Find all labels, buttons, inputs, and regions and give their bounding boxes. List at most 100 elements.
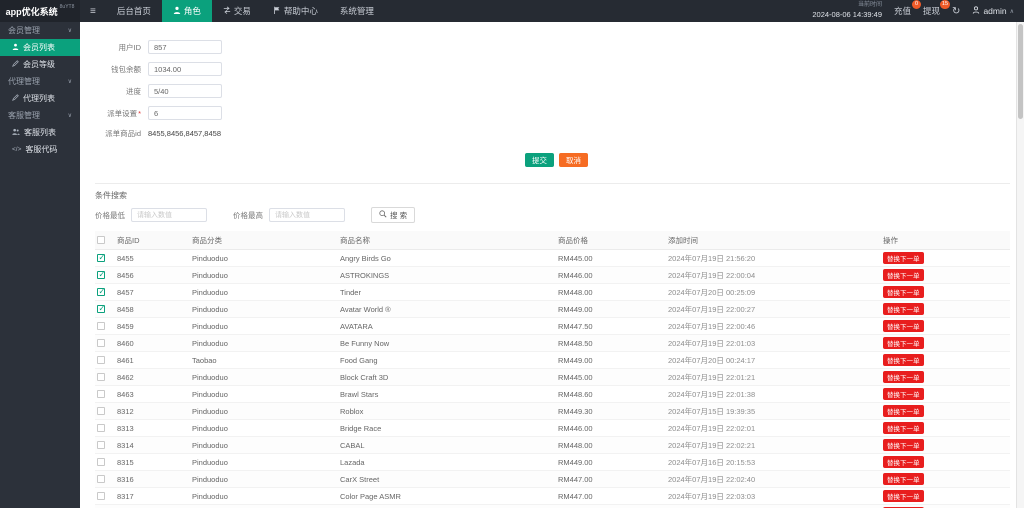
- cell-add-time: 2024年07月19日 22:01:21: [668, 372, 756, 382]
- replace-next-order-button[interactable]: 替换下一单: [883, 490, 924, 502]
- price-max-input[interactable]: [269, 208, 345, 222]
- person-icon: [173, 6, 181, 16]
- withdraw-link[interactable]: 提现 15: [923, 0, 951, 17]
- top-navbar: app优化系统 8uYT8 ≡ 后台首页 角色 交易 帮助中心 系统管理 当前时…: [0, 0, 1024, 22]
- cell-goods-name: ASTROKINGS: [340, 270, 390, 280]
- cell-goods-price: RM449.00: [558, 304, 593, 314]
- row-checkbox[interactable]: [97, 441, 105, 449]
- code-icon: </>: [12, 146, 22, 153]
- row-checkbox[interactable]: [97, 356, 105, 364]
- replace-next-order-button[interactable]: 替换下一单: [883, 456, 924, 468]
- cell-goods-id: 8462: [117, 372, 134, 382]
- app-logo: app优化系统 8uYT8: [0, 0, 80, 22]
- chevron-down-icon: ∨: [67, 28, 72, 34]
- sidebar-toggle-icon[interactable]: ≡: [80, 0, 106, 22]
- replace-next-order-button[interactable]: 替换下一单: [883, 439, 924, 451]
- recharge-badge: 0: [912, 0, 922, 9]
- col-header-name: 商品名称: [340, 235, 370, 245]
- cell-goods-price: RM448.60: [558, 389, 593, 399]
- user-id-label: 用户ID: [118, 42, 142, 52]
- replace-next-order-button[interactable]: 替换下一单: [883, 422, 924, 434]
- row-checkbox[interactable]: [97, 390, 105, 398]
- cell-goods-name: CarX Street: [340, 474, 380, 484]
- row-checkbox[interactable]: [97, 475, 105, 483]
- cancel-button[interactable]: 取消: [559, 153, 588, 167]
- user-menu[interactable]: admin ∧: [972, 6, 1014, 16]
- table-body: 8455 Pinduoduo Angry Birds Go RM445.00 2024年…: [95, 250, 1010, 508]
- replace-next-order-button[interactable]: 替换下一单: [883, 320, 924, 332]
- cell-goods-id: 8455: [117, 253, 134, 263]
- pen-icon: [12, 94, 19, 103]
- dispatch-setting-input[interactable]: [148, 106, 222, 120]
- replace-next-order-button[interactable]: 替换下一单: [883, 303, 924, 315]
- sidebar-group-agent[interactable]: 代理管理 ∨: [0, 73, 80, 90]
- search-section: 条件搜索 价格最低 价格最高 搜 索: [95, 183, 1010, 223]
- sidebar-group-service[interactable]: 客服管理 ∨: [0, 107, 80, 124]
- cell-goods-name: Tinder: [340, 287, 361, 297]
- replace-next-order-button[interactable]: 替换下一单: [883, 337, 924, 349]
- replace-next-order-button[interactable]: 替换下一单: [883, 371, 924, 383]
- row-checkbox[interactable]: [97, 270, 105, 279]
- cell-goods-id: 8315: [117, 457, 134, 467]
- app-logo-text: app优化系统: [5, 6, 58, 17]
- nav-item-dashboard[interactable]: 后台首页: [106, 0, 162, 22]
- replace-next-order-button[interactable]: 替换下一单: [883, 473, 924, 485]
- vertical-scrollbar[interactable]: [1016, 22, 1024, 508]
- recharge-link[interactable]: 充值 0: [894, 0, 922, 17]
- nav-item-help-center[interactable]: 帮助中心: [262, 0, 329, 22]
- replace-next-order-button[interactable]: 替换下一单: [883, 354, 924, 366]
- sidebar-item-service-code[interactable]: </> 客服代码: [0, 141, 80, 158]
- exchange-icon: [223, 6, 231, 16]
- row-checkbox[interactable]: [97, 253, 105, 262]
- row-checkbox[interactable]: [97, 424, 105, 432]
- sidebar-group-member[interactable]: 会员管理 ∨: [0, 22, 80, 39]
- search-button[interactable]: 搜 索: [371, 207, 416, 223]
- cell-goods-id: 8312: [117, 406, 134, 416]
- cell-goods-id: 8460: [117, 338, 134, 348]
- cell-goods-name: Block Craft 3D: [340, 372, 389, 382]
- cell-goods-name: Be Funny Now: [340, 338, 390, 348]
- select-all-checkbox[interactable]: [97, 236, 105, 244]
- app-logo-subtext: 8uYT8: [59, 4, 75, 10]
- sidebar-item-service-list[interactable]: 客服列表: [0, 124, 80, 141]
- row-checkbox[interactable]: [97, 339, 105, 347]
- wallet-balance-input[interactable]: [148, 62, 222, 76]
- row-checkbox[interactable]: [97, 458, 105, 466]
- price-min-input[interactable]: [131, 208, 207, 222]
- submit-button[interactable]: 提交: [525, 153, 554, 167]
- people-icon: [12, 128, 20, 137]
- refresh-icon[interactable]: ↻: [952, 6, 960, 17]
- nav-item-roles[interactable]: 角色: [161, 0, 212, 22]
- nav-item-system[interactable]: 系统管理: [329, 0, 385, 22]
- cell-add-time: 2024年07月20日 00:24:17: [668, 355, 756, 365]
- pen-icon: [12, 60, 19, 69]
- sidebar-item-member-list[interactable]: 会员列表: [0, 39, 80, 56]
- row-checkbox[interactable]: [97, 287, 105, 296]
- row-checkbox[interactable]: [97, 492, 105, 500]
- cell-goods-price: RM448.00: [558, 287, 593, 297]
- cell-add-time: 2024年07月19日 22:00:27: [668, 304, 756, 314]
- cell-goods-name: Roblox: [340, 406, 364, 416]
- nav-item-trade[interactable]: 交易: [212, 0, 262, 22]
- cell-goods-category: Taobao: [192, 355, 217, 365]
- replace-next-order-button[interactable]: 替换下一单: [883, 405, 924, 417]
- sidebar-item-agent-list[interactable]: 代理列表: [0, 90, 80, 107]
- user-id-input[interactable]: [148, 40, 222, 54]
- cell-goods-name: Color Page ASMR: [340, 491, 401, 501]
- replace-next-order-button[interactable]: 替换下一单: [883, 269, 924, 281]
- replace-next-order-button[interactable]: 替换下一单: [883, 252, 924, 264]
- replace-next-order-button[interactable]: 替换下一单: [883, 286, 924, 298]
- person-icon: [12, 43, 19, 52]
- cell-goods-name: Angry Birds Go: [340, 253, 391, 263]
- replace-next-order-button[interactable]: 替换下一单: [883, 388, 924, 400]
- table-row: 8461 Taobao Food Gang RM449.00 2024年07月20日 0…: [95, 352, 1010, 369]
- progress-input[interactable]: [148, 84, 222, 98]
- row-checkbox[interactable]: [97, 407, 105, 415]
- row-checkbox[interactable]: [97, 373, 105, 381]
- sidebar-item-member-level[interactable]: 会员等级: [0, 56, 80, 73]
- scrollbar-thumb[interactable]: [1018, 24, 1023, 119]
- cell-goods-category: Pinduoduo: [192, 423, 228, 433]
- row-checkbox[interactable]: [97, 322, 105, 330]
- cell-goods-price: RM449.00: [558, 355, 593, 365]
- row-checkbox[interactable]: [97, 304, 105, 313]
